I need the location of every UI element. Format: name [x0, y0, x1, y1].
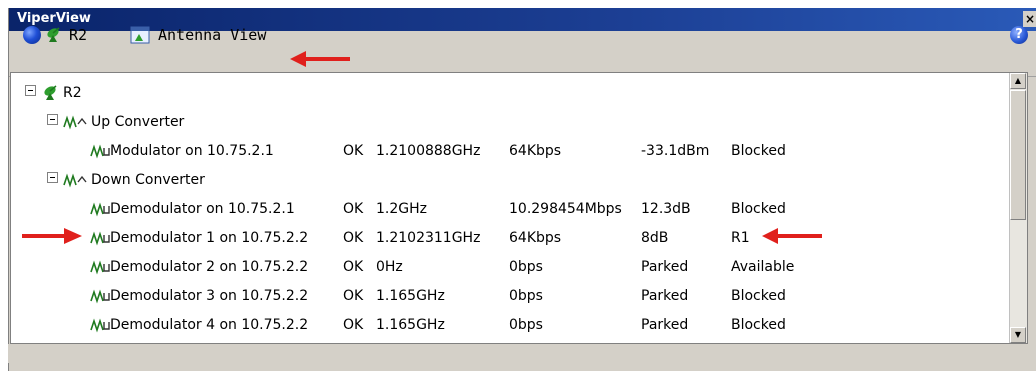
device-row[interactable]: Demodulator 1 on 10.75.2.2 OK 1.2102311G…	[11, 228, 1011, 250]
tree-root-row[interactable]: R2	[11, 83, 1011, 105]
device-level: Parked	[641, 317, 689, 333]
device-frequency: 1.2102311GHz	[376, 230, 481, 246]
device-rate: 64Kbps	[509, 230, 562, 246]
device-state: Blocked	[731, 201, 786, 217]
status-bar	[8, 344, 1036, 363]
waveform-icon	[90, 318, 110, 333]
device-frequency: 1.2GHz	[376, 201, 427, 217]
device-level: -33.1dBm	[641, 143, 710, 159]
waveform-icon	[63, 173, 87, 188]
collapse-icon[interactable]	[25, 85, 36, 96]
device-frequency: 0Hz	[376, 259, 403, 275]
device-level: Parked	[641, 259, 689, 275]
waveform-icon	[90, 144, 110, 159]
device-rate: 0bps	[509, 317, 543, 333]
help-icon[interactable]: ?	[1010, 26, 1028, 44]
device-label: Demodulator on 10.75.2.1	[110, 201, 295, 217]
device-status: OK	[343, 201, 364, 217]
waveform-icon	[90, 202, 110, 217]
scroll-thumb[interactable]	[1010, 90, 1026, 220]
scroll-up-icon[interactable]: ▲	[1010, 73, 1026, 89]
satellite-dish-icon	[47, 27, 60, 42]
device-status: OK	[343, 230, 364, 246]
device-rate: 10.298454Mbps	[509, 201, 622, 217]
device-level: Parked	[641, 288, 689, 304]
tree-group-label: Up Converter	[91, 114, 185, 130]
radio-r2-label: R2	[69, 26, 88, 44]
device-frequency: 1.165GHz	[376, 317, 445, 333]
annotation-arrow-toolbar	[290, 51, 350, 67]
device-frequency: 1.2100888GHz	[376, 143, 481, 159]
antenna-view-icon	[130, 26, 150, 44]
tree-root-label: R2	[63, 85, 82, 101]
device-tree-panel: R2 Up Converter Modulator on 10.75.2.1 O…	[10, 72, 1028, 344]
waveform-icon	[90, 260, 110, 275]
device-row[interactable]: Demodulator 4 on 10.75.2.2 OK 1.165GHz 0…	[11, 315, 1011, 337]
annotation-arrow-state	[762, 228, 822, 244]
device-row[interactable]: Demodulator on 10.75.2.1 OK 1.2GHz 10.29…	[11, 199, 1011, 221]
waveform-icon	[90, 231, 110, 246]
window-title: ViperView	[17, 11, 91, 26]
device-label: Demodulator 1 on 10.75.2.2	[110, 230, 309, 246]
satellite-dish-icon	[44, 85, 57, 100]
close-icon[interactable]: ×	[1023, 11, 1036, 27]
device-rate: 0bps	[509, 259, 543, 275]
device-status: OK	[343, 317, 364, 333]
device-rate: 64Kbps	[509, 143, 562, 159]
antenna-view-button[interactable]: Antenna View	[130, 26, 266, 44]
device-label: Modulator on 10.75.2.1	[110, 143, 274, 159]
device-label: Demodulator 2 on 10.75.2.2	[110, 259, 309, 275]
device-row[interactable]: Modulator on 10.75.2.1 OK 1.2100888GHz 6…	[11, 141, 1011, 163]
device-status: OK	[343, 143, 364, 159]
device-level: 12.3dB	[641, 201, 691, 217]
device-state: Blocked	[731, 143, 786, 159]
device-state: Blocked	[731, 317, 786, 333]
globe-icon[interactable]	[23, 26, 41, 44]
waveform-icon	[63, 115, 87, 130]
annotation-arrow-row	[22, 228, 82, 244]
device-status: OK	[343, 288, 364, 304]
device-status: OK	[343, 259, 364, 275]
vertical-scrollbar[interactable]: ▲ ▼	[1009, 73, 1027, 343]
device-frequency: 1.165GHz	[376, 288, 445, 304]
device-label: Demodulator 3 on 10.75.2.2	[110, 288, 309, 304]
waveform-icon	[90, 289, 110, 304]
antenna-view-label: Antenna View	[158, 26, 267, 44]
device-state: Blocked	[731, 288, 786, 304]
collapse-icon[interactable]	[47, 172, 58, 183]
tree-group-label: Down Converter	[91, 172, 205, 188]
device-level: 8dB	[641, 230, 669, 246]
collapse-icon[interactable]	[47, 114, 58, 125]
device-state: Available	[731, 259, 795, 275]
device-label: Demodulator 4 on 10.75.2.2	[110, 317, 309, 333]
device-rate: 0bps	[509, 288, 543, 304]
scroll-down-icon[interactable]: ▼	[1010, 327, 1026, 343]
radio-r2-button[interactable]: R2	[45, 26, 87, 44]
tree-group-row[interactable]: Down Converter	[11, 170, 1011, 192]
device-row[interactable]: Demodulator 2 on 10.75.2.2 OK 0Hz 0bps P…	[11, 257, 1011, 279]
device-state: R1	[731, 230, 750, 246]
tree-group-row[interactable]: Up Converter	[11, 112, 1011, 134]
device-row[interactable]: Demodulator 3 on 10.75.2.2 OK 1.165GHz 0…	[11, 286, 1011, 308]
